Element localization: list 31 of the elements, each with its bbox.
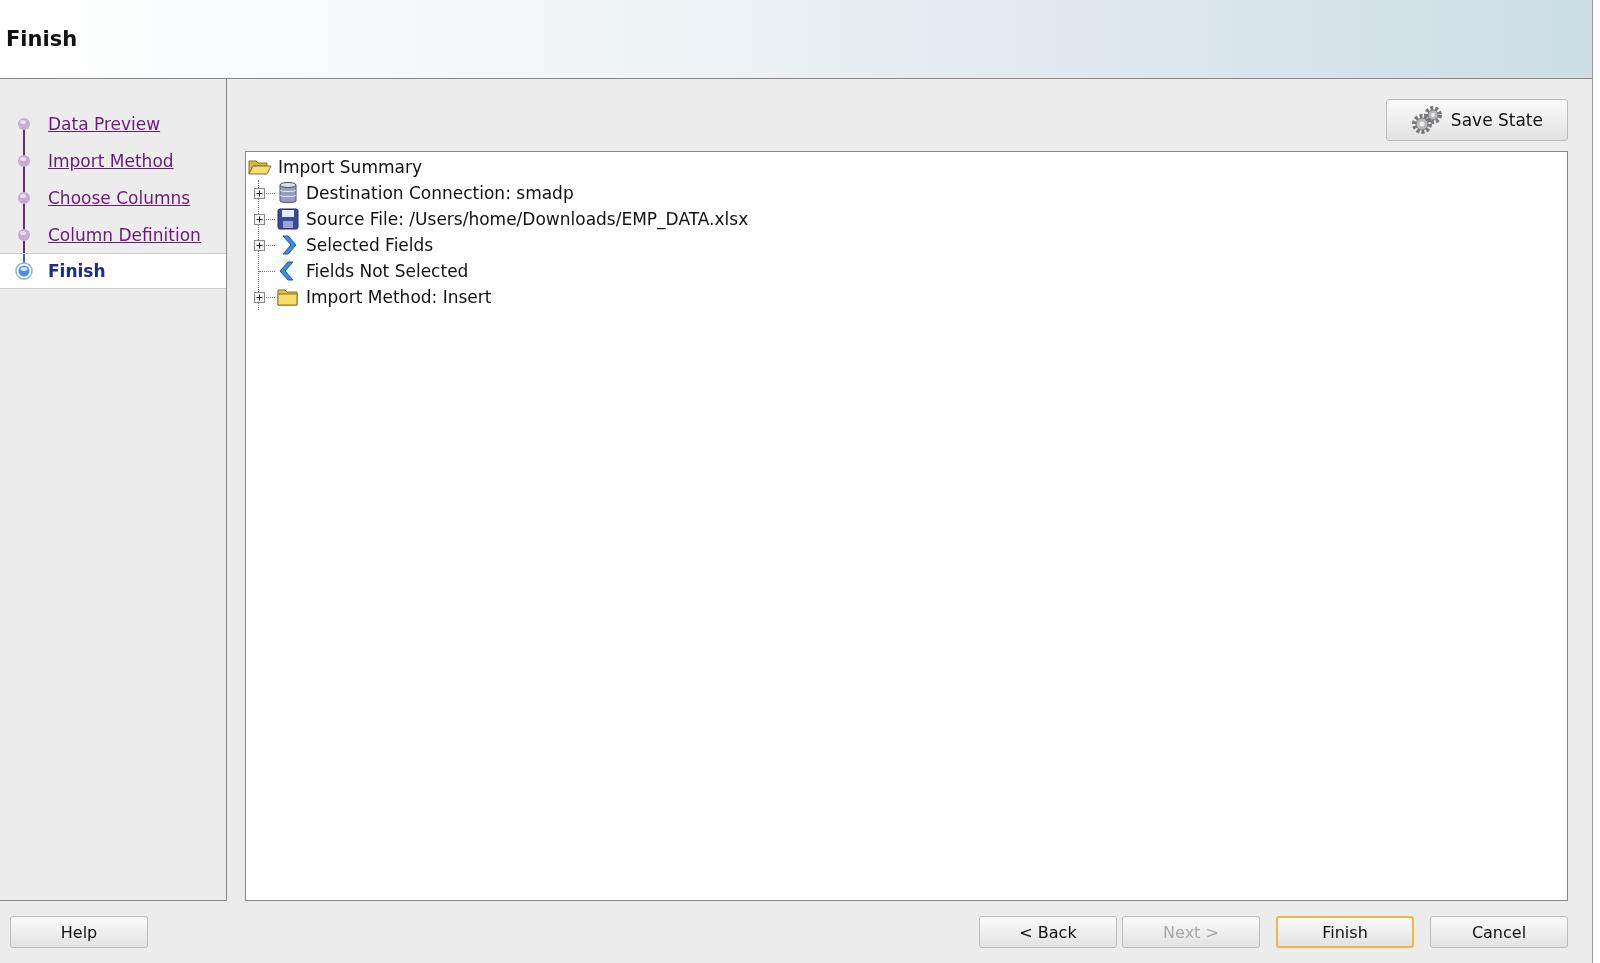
- tree-item[interactable]: Import Summary: [248, 154, 1567, 180]
- expand-icon[interactable]: [254, 213, 265, 225]
- database-icon: [276, 181, 300, 205]
- expand-icon[interactable]: [254, 187, 265, 199]
- tree-item[interactable]: Selected Fields: [306, 235, 434, 255]
- expand-icon[interactable]: [254, 291, 265, 303]
- open-folder-icon: [248, 158, 272, 176]
- step-label: Choose Columns: [48, 187, 191, 208]
- wizard-step[interactable]: Finish: [0, 253, 226, 289]
- tree-item[interactable]: Fields Not Selected: [306, 261, 469, 281]
- current-step-icon: [14, 261, 34, 281]
- wizard-step[interactable]: Data Preview: [0, 105, 226, 142]
- dialog-button[interactable]: Finish: [1276, 916, 1414, 948]
- floppy-disk-icon: [276, 207, 300, 231]
- save-state-button[interactable]: Save State: [1385, 99, 1568, 141]
- step-label: Data Preview: [48, 113, 161, 134]
- wizard-step[interactable]: Column Definition: [0, 216, 226, 253]
- dialog-button[interactable]: Cancel: [1430, 916, 1568, 948]
- step-label: Finish: [48, 261, 106, 281]
- dialog-button[interactable]: < Back: [979, 916, 1117, 948]
- expand-icon[interactable]: [254, 239, 265, 251]
- tree-item[interactable]: Destination Connection: smadp: [306, 183, 574, 203]
- tree-item[interactable]: Source File: /Users/home/Downloads/EMP_DATA.xlsx: [306, 209, 749, 229]
- step-label: Column Definition: [48, 224, 201, 245]
- window-title: Finish: [6, 27, 78, 51]
- wizard-step[interactable]: Choose Columns: [0, 179, 226, 216]
- tree-item[interactable]: Import Method: Insert: [306, 287, 492, 307]
- step-label: Import Method: [48, 150, 174, 171]
- gears-icon: [1410, 105, 1445, 135]
- dialog-button[interactable]: Help: [10, 916, 148, 948]
- wizard-step[interactable]: Import Method: [0, 142, 226, 179]
